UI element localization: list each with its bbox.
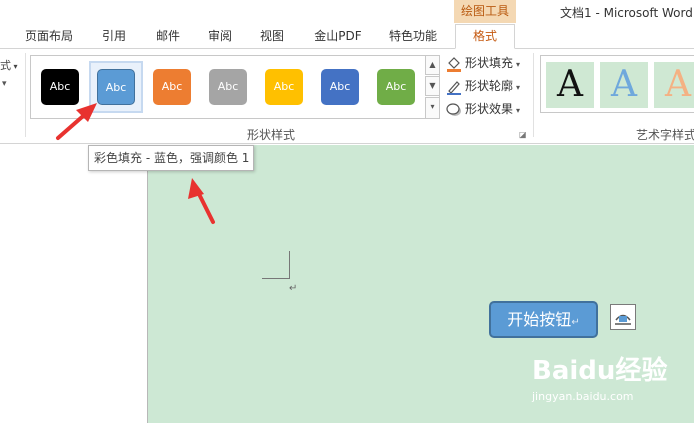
tab-mailings[interactable]: 邮件 <box>152 26 184 48</box>
shape-styles-gallery: Abc Abc Abc Abc Abc Abc Abc <box>30 55 440 119</box>
baidu-watermark: Baidu经验 jingyan.baidu.com <box>532 350 692 412</box>
tab-view[interactable]: 视图 <box>256 26 288 48</box>
shape-style-green[interactable]: Abc <box>377 69 415 105</box>
left-group-stub[interactable]: 式 ▾ <box>0 57 18 73</box>
shape-effects-icon <box>446 102 462 118</box>
shape-styles-group-label: 形状样式 <box>247 128 296 142</box>
shape-fill-button[interactable]: 形状填充 ▾ <box>446 53 520 73</box>
tab-references[interactable]: 引用 <box>98 26 130 48</box>
pen-outline-icon <box>446 79 462 95</box>
group-divider <box>533 53 534 137</box>
tab-special-features[interactable]: 特色功能 <box>384 26 442 48</box>
ribbon: 式 ▾ ▾ Abc Abc Abc Abc Abc Abc Abc ▲ ▼ ▾ … <box>0 48 694 144</box>
shape-style-gold[interactable]: Abc <box>265 69 303 105</box>
wordart-style-black[interactable]: A <box>546 62 594 108</box>
chevron-down-icon[interactable]: ▾ <box>2 79 7 89</box>
shape-effects-button[interactable]: 形状效果 ▾ <box>446 99 520 119</box>
group-divider <box>25 53 26 137</box>
shape-style-gray[interactable]: Abc <box>209 69 247 105</box>
wordart-styles-gallery: A A A <box>540 55 694 113</box>
start-button-shape[interactable]: 开始按钮↵ <box>489 301 598 338</box>
shape-style-dark-blue[interactable]: Abc <box>321 69 359 105</box>
margin-corner-mark <box>262 251 290 279</box>
gallery-more-icon[interactable]: ▾ <box>425 97 440 119</box>
paint-bucket-icon <box>446 56 462 72</box>
wordart-style-orange[interactable]: A <box>654 62 694 108</box>
document-title: 文档1 - Microsoft Word <box>560 6 693 20</box>
wordart-styles-group-label: 艺术字样式 <box>636 128 694 142</box>
shape-style-blue[interactable]: Abc <box>97 69 135 105</box>
gallery-scroll: ▲ ▼ ▾ <box>425 55 440 119</box>
shape-outline-button[interactable]: 形状轮廓 ▾ <box>446 76 520 96</box>
tab-review[interactable]: 审阅 <box>204 26 236 48</box>
watermark-url: jingyan.baidu.com <box>532 390 634 403</box>
wordart-style-blue[interactable]: A <box>600 62 648 108</box>
paragraph-mark: ↵ <box>289 283 298 294</box>
drawing-tools-label: 绘图工具 <box>454 0 516 23</box>
layout-options-icon[interactable] <box>610 304 636 330</box>
watermark-brand: Baidu经验 <box>532 356 668 386</box>
dialog-launcher-icon[interactable]: ◪ <box>519 130 527 139</box>
gallery-scroll-down-icon[interactable]: ▼ <box>425 76 440 96</box>
shape-style-black[interactable]: Abc <box>41 69 79 105</box>
gallery-scroll-up-icon[interactable]: ▲ <box>425 55 440 75</box>
swatch-tooltip: 彩色填充 - 蓝色，强调颜色 1 <box>88 145 254 171</box>
tab-format[interactable]: 格式 <box>455 24 515 49</box>
word-window: 绘图工具 文档1 - Microsoft Word 页面布局 引用 邮件 审阅 … <box>0 0 694 423</box>
tab-page-layout[interactable]: 页面布局 <box>22 26 76 48</box>
tab-kingsoft-pdf[interactable]: 金山PDF <box>308 26 368 48</box>
shape-style-orange[interactable]: Abc <box>153 69 191 105</box>
ribbon-tab-bar: 绘图工具 文档1 - Microsoft Word 页面布局 引用 邮件 审阅 … <box>0 0 694 49</box>
